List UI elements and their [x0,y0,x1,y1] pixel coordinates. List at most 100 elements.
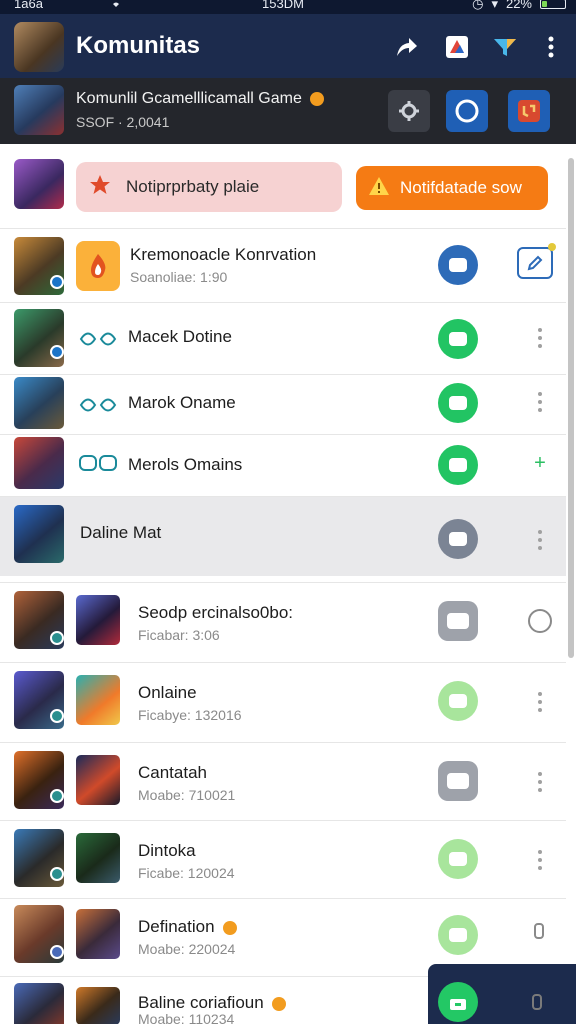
notification-banner: Notiprprbaty plaie Notifdatade sow [0,144,566,228]
game-avatar[interactable] [14,85,64,135]
app-icon[interactable] [444,34,470,60]
game-name-label: Komunlil Gcamelllicamall Game [76,90,302,107]
battery-percent: 22% [505,0,532,11]
row-subtitle: Ficabar: 3:06 [138,627,220,643]
notification-action-label: Notifdatade sow [400,178,522,197]
online-indicator [50,345,64,359]
row-title: Defination [138,917,238,937]
emoji-icon [272,996,287,1011]
row-subtitle: Ficabye: 132016 [138,707,242,723]
online-indicator [50,631,64,645]
glasses-icon [78,449,118,477]
search-icon[interactable] [388,90,430,132]
row-subtitle: Ficabe: 120024 [138,865,235,881]
secondary-avatar [76,833,120,883]
row-avatar[interactable] [14,505,64,563]
alarm-icon: ◷ [472,0,484,11]
row-avatar[interactable] [14,437,64,489]
row-title: Daline Mat [80,523,162,542]
more-icon[interactable] [530,687,550,717]
warning-icon [368,176,390,201]
fire-icon [76,241,120,291]
secondary-avatar [76,595,120,645]
game-name: Komunlil Gcamelllicamall Game [76,90,325,108]
status-bar: 1a6a 153DM ◷ ▾ 22% [0,0,576,14]
chat-button[interactable] [438,681,478,721]
lock-icon[interactable] [532,994,542,1010]
chat-button[interactable] [438,445,478,485]
list-item[interactable]: Seodp ercinalso0bo: Ficabar: 3:06 [0,582,566,662]
notification-avatar[interactable] [14,159,64,209]
game-subtitle: SSOF · 2,0041 [76,114,170,130]
row-title-label: Baline coriafioun [138,993,264,1012]
row-title: Kremonoacle Konrvation [130,245,317,264]
row-title: Merols Omains [128,455,243,474]
add-icon[interactable]: + [530,453,550,473]
row-subtitle: Soanoliae: 1:90 [130,269,228,285]
more-vertical-icon[interactable] [538,34,564,60]
chat-button[interactable] [438,915,478,955]
emoji-icon [310,91,325,106]
card-button[interactable] [438,601,478,641]
lock-icon[interactable] [534,923,544,939]
status-right: ◷ ▾ 22% [472,0,566,11]
list-item[interactable]: Marok Oname [0,374,566,434]
chat-button[interactable] [438,383,478,423]
battery-icon [540,0,566,9]
list-item[interactable]: Macek Dotine [0,302,566,374]
circle-icon[interactable] [446,90,488,132]
list-item[interactable]: Onlaine Ficabye: 132016 [0,662,566,742]
bottom-action-panel [428,964,576,1024]
refresh-icon[interactable] [528,609,552,633]
row-avatar[interactable] [14,983,64,1024]
online-indicator [50,275,64,289]
store-button[interactable] [438,982,478,1022]
row-title: Seodp ercinalso0bo: [138,603,294,622]
secondary-avatar [76,909,120,959]
secondary-avatar [76,755,120,805]
more-icon[interactable] [530,323,550,353]
signal-icon: ▾ [491,0,498,11]
card-button[interactable] [438,761,478,801]
secondary-avatar [76,987,120,1024]
online-indicator [50,945,64,959]
star-icon [88,173,112,202]
list-item[interactable]: Kremonoacle Konrvation Soanoliae: 1:90 [0,228,566,302]
scrollbar[interactable] [568,158,574,658]
more-icon[interactable] [530,387,550,417]
edit-icon[interactable] [517,247,553,279]
leaf-icon [78,391,118,419]
online-indicator [50,867,64,881]
notification-pill[interactable]: Notiprprbaty plaie [76,162,342,212]
filter-icon[interactable] [492,34,518,60]
row-subtitle: Moabe: 110234 [138,1011,235,1024]
badge-icon[interactable] [508,90,550,132]
row-title: Dintoka [138,841,196,860]
emoji-icon [223,920,238,935]
chat-button[interactable] [438,319,478,359]
fox-icon [76,675,120,725]
more-icon[interactable] [530,767,550,797]
row-title: Marok Oname [128,393,236,412]
row-subtitle: Moabe: 220024 [138,941,236,957]
app-bar: Komunitas [0,14,576,78]
home-button[interactable] [438,245,478,285]
row-subtitle: Moabe: 710021 [138,787,236,803]
status-left: 1a6a [14,0,43,11]
share-icon[interactable] [394,34,420,60]
list-item[interactable]: Cantatah Moabe: 710021 [0,742,566,820]
row-title-label: Defination [138,917,215,936]
home-button[interactable] [438,519,478,559]
leaf-icon [78,325,118,353]
notification-action-button[interactable]: Notifdatade sow [356,166,548,210]
wifi-icon [108,0,124,12]
row-avatar[interactable] [14,377,64,429]
list-item[interactable]: Merols Omains + [0,434,566,496]
more-icon[interactable] [530,525,550,555]
notification-dot [548,243,556,251]
list-item-selected[interactable]: Daline Mat [0,496,566,576]
more-icon[interactable] [530,845,550,875]
row-title: Cantatah [138,763,207,782]
list-item[interactable]: Dintoka Ficabe: 120024 [0,820,566,898]
chat-button[interactable] [438,839,478,879]
